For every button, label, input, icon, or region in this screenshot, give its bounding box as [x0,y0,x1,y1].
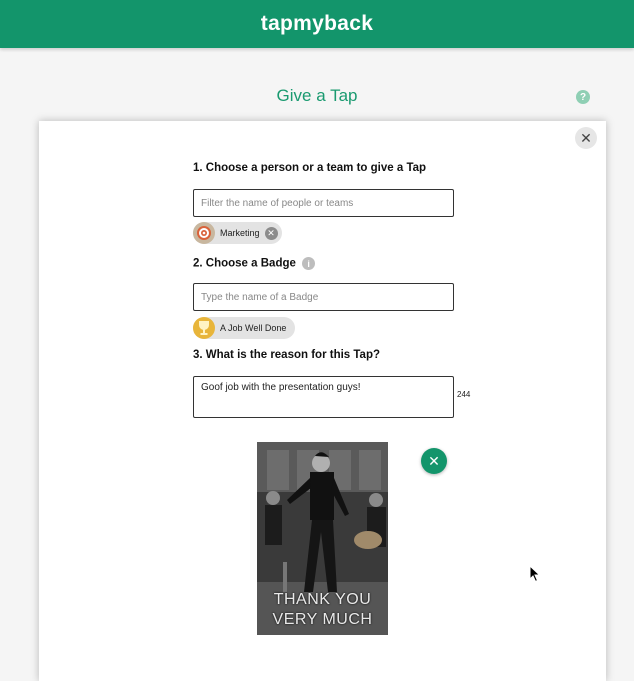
gif-caption-line1: THANK YOU [273,591,372,608]
reason-textarea[interactable]: Goof job with the presentation guys! [193,376,454,418]
give-tap-modal: ✕ 1. Choose a person or a team to give a… [39,121,606,681]
badge-search-input[interactable] [193,283,454,311]
recipient-search-input[interactable] [193,189,454,217]
step2-label-row: 2. Choose a Badge i [193,257,316,270]
selected-recipient-chip: Marketing ✕ [193,222,282,244]
step2-label: 2. Choose a Badge [193,257,296,270]
remove-gif-button[interactable]: ✕ [421,448,447,474]
trophy-icon [193,317,215,339]
target-icon [193,222,215,244]
page-title: Give a Tap [276,86,358,105]
character-counter: 244 [457,390,471,399]
step1-label: 1. Choose a person or a team to give a T… [193,162,427,174]
close-modal-button[interactable]: ✕ [575,127,597,149]
selected-gif: THANK YOU VERY MUCH [257,442,388,635]
mouse-cursor-icon [529,565,541,583]
info-icon[interactable]: i [302,257,316,270]
recipient-chip-label: Marketing [220,228,260,238]
question-icon[interactable]: ? [576,90,590,104]
close-icon: ✕ [428,452,440,469]
close-icon: ✕ [580,129,592,146]
selected-badge-chip: A Job Well Done [193,317,296,339]
badge-chip-label: A Job Well Done [220,323,287,333]
remove-recipient-button[interactable]: ✕ [264,226,278,240]
gif-caption-line2: VERY MUCH [272,611,373,628]
top-bar: tapmyback [0,0,634,48]
app-logo[interactable]: tapmyback [261,12,373,36]
step3-label: 3. What is the reason for this Tap? [193,349,381,361]
